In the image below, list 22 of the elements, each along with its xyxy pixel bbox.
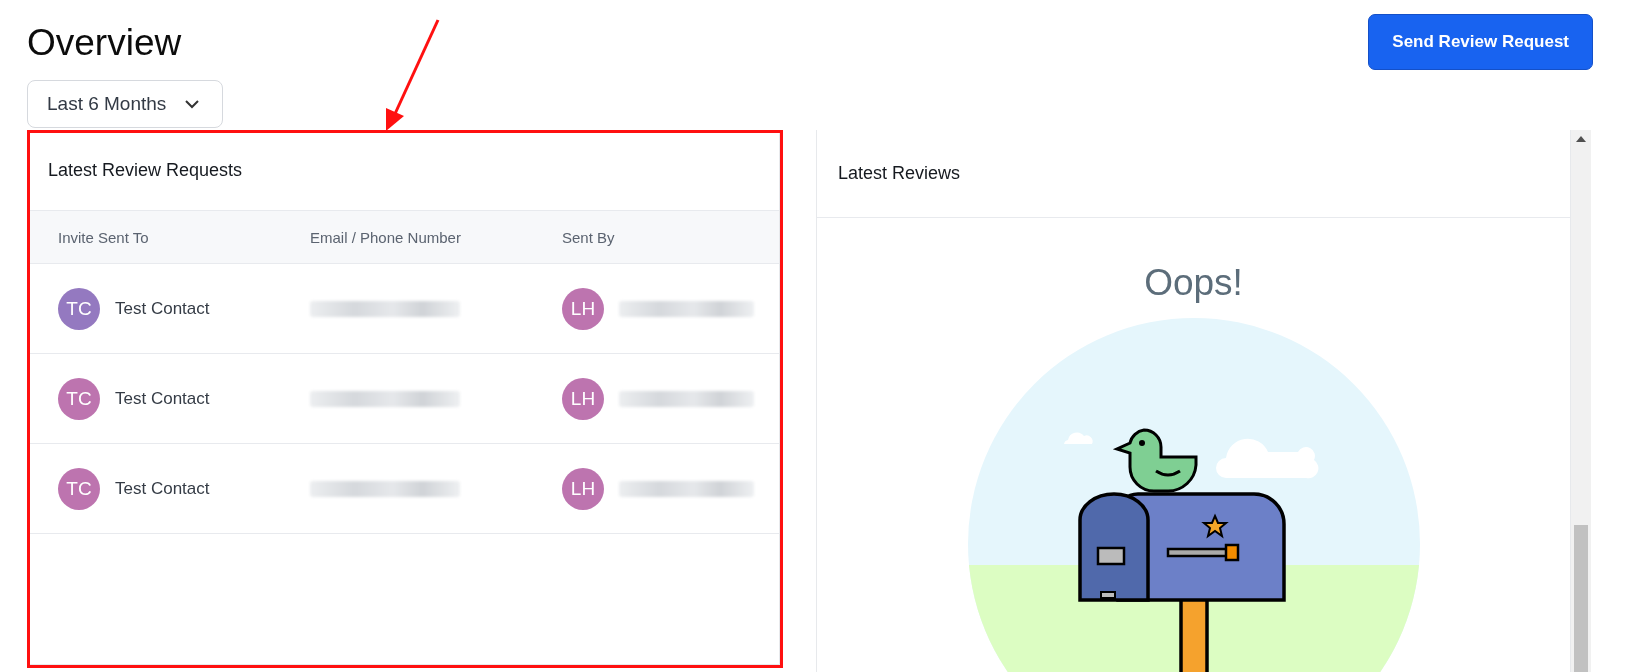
- scroll-up-icon[interactable]: [1576, 136, 1586, 142]
- column-header: Invite Sent To: [58, 228, 150, 246]
- scrollbar[interactable]: [1571, 130, 1591, 672]
- period-dropdown[interactable]: Last 6 Months: [27, 80, 224, 128]
- sender-avatar: LH: [562, 377, 604, 420]
- contact-avatar: TC: [58, 377, 100, 420]
- chevron-down-icon: [184, 99, 201, 109]
- scrollbar-thumb[interactable]: [1574, 525, 1588, 672]
- sender-avatar: LH: [562, 467, 604, 510]
- sender-avatar: LH: [562, 287, 604, 330]
- contact-avatar: TC: [58, 287, 100, 330]
- contact-name: Test Contact: [115, 478, 210, 499]
- column-header: Sent By: [562, 228, 616, 246]
- contact-name: Test Contact: [115, 388, 210, 409]
- page-title: Overview: [27, 22, 183, 64]
- card-title: Latest Reviews: [838, 163, 961, 184]
- empty-state-title: Oops!: [1143, 262, 1244, 304]
- contact-avatar: TC: [58, 467, 100, 510]
- send-review-request-button[interactable]: Send Review Request: [1368, 14, 1593, 70]
- column-header: Email / Phone Number: [310, 228, 462, 246]
- card-title: Latest Review Requests: [48, 160, 243, 181]
- contact-name: Test Contact: [115, 298, 210, 319]
